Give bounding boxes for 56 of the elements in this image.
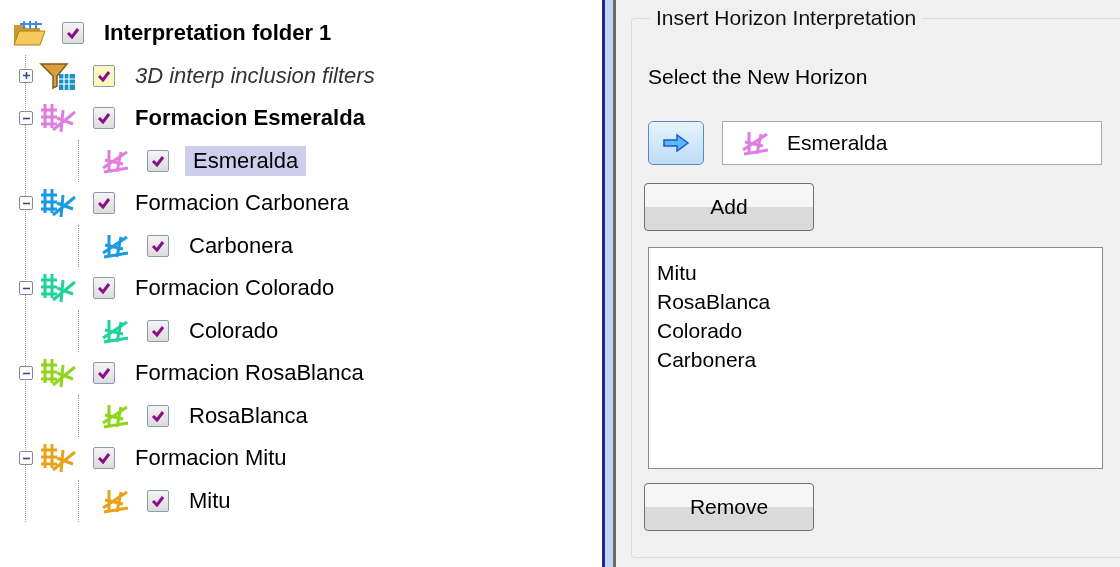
checkbox[interactable] <box>93 64 115 87</box>
check-icon <box>97 69 111 82</box>
tree-item[interactable]: Formacion Esmeralda <box>131 103 369 134</box>
check-icon <box>151 494 165 507</box>
tree-item[interactable]: Formacion Colorado <box>131 273 339 304</box>
checkbox[interactable] <box>93 447 115 470</box>
check-icon <box>97 282 111 295</box>
expand-toggle[interactable] <box>19 68 33 83</box>
check-icon <box>151 324 165 337</box>
checkbox[interactable] <box>147 404 169 427</box>
splitter[interactable] <box>602 0 616 567</box>
check-icon <box>97 367 111 380</box>
check-icon <box>151 239 165 252</box>
check-icon <box>151 409 165 422</box>
checkbox[interactable] <box>147 319 169 342</box>
tree-item[interactable]: Mitu <box>185 485 235 516</box>
checkbox[interactable] <box>62 22 84 45</box>
tree-item[interactable]: Colorado <box>185 315 283 346</box>
horizon-field[interactable]: Esmeralda <box>722 121 1102 165</box>
list-item[interactable]: RosaBlanca <box>657 287 1094 316</box>
check-icon <box>97 452 111 465</box>
remove-button[interactable]: Remove <box>644 483 814 531</box>
collapse-toggle[interactable] <box>19 281 33 296</box>
arrow-icon <box>662 133 690 153</box>
checkbox[interactable] <box>147 489 169 512</box>
tree-item[interactable]: Carbonera <box>185 230 297 261</box>
checkbox[interactable] <box>147 149 169 172</box>
check-icon <box>97 197 111 210</box>
checkbox[interactable] <box>93 107 115 130</box>
tree-item[interactable]: Formacion RosaBlanca <box>131 358 368 389</box>
list-item[interactable]: Colorado <box>657 316 1094 345</box>
check-icon <box>151 154 165 167</box>
arrow-button[interactable] <box>648 121 704 165</box>
horizon-list[interactable]: Mitu RosaBlanca Colorado Carbonera <box>648 247 1103 469</box>
collapse-toggle[interactable] <box>19 196 33 211</box>
plus-icon <box>20 70 32 82</box>
list-item[interactable]: Carbonera <box>657 345 1094 374</box>
tree-item[interactable]: Formacion Mitu <box>131 443 291 474</box>
tree-item[interactable]: 3D interp inclusion filters <box>131 60 379 91</box>
list-item[interactable]: Mitu <box>657 258 1094 287</box>
collapse-toggle[interactable] <box>19 451 33 466</box>
checkbox[interactable] <box>93 277 115 300</box>
tree-item[interactable]: Esmeralda <box>185 145 307 176</box>
checkbox[interactable] <box>147 234 169 257</box>
tree-item[interactable]: Interpretation folder 1 <box>100 18 336 49</box>
checkbox[interactable] <box>93 362 115 385</box>
folder-icon <box>12 19 46 48</box>
check-icon <box>97 112 111 125</box>
tree-item[interactable]: RosaBlanca <box>185 400 312 431</box>
collapse-toggle[interactable] <box>19 111 33 126</box>
add-button[interactable]: Add <box>644 183 814 231</box>
checkbox[interactable] <box>93 192 115 215</box>
collapse-toggle[interactable] <box>19 366 33 381</box>
check-icon <box>66 27 80 40</box>
prompt-text: Select the New Horizon <box>648 65 869 89</box>
tree-item[interactable]: Formacion Carbonera <box>131 188 353 219</box>
